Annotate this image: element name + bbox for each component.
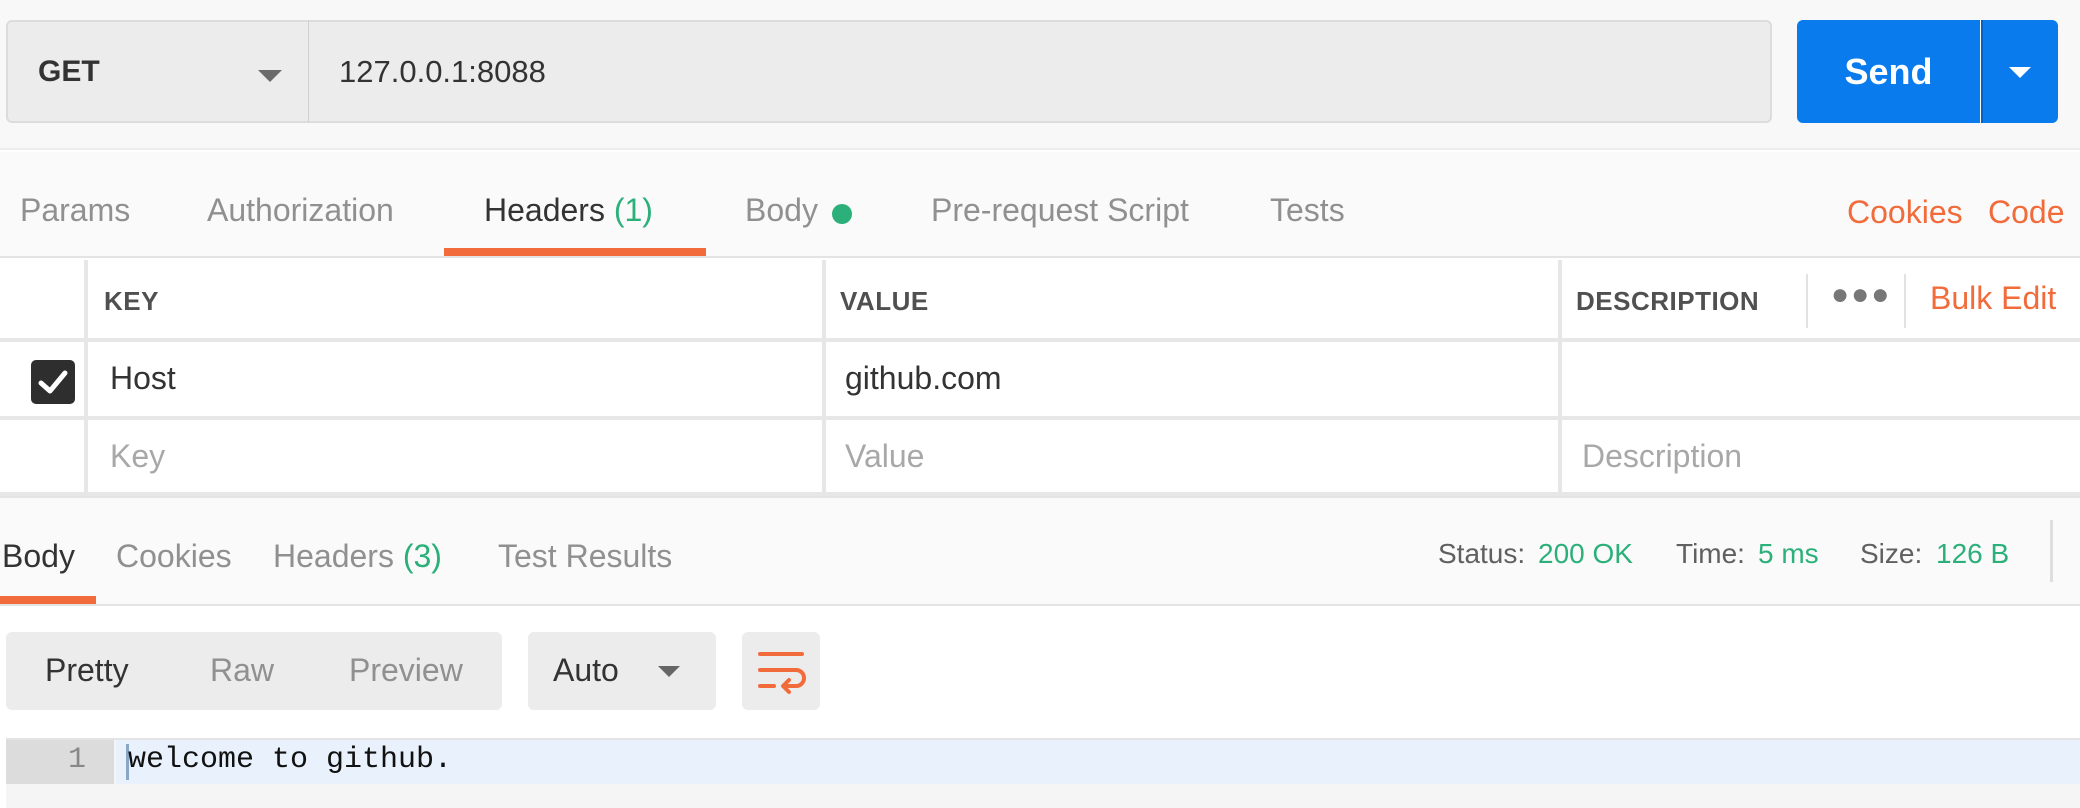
checkmark-icon xyxy=(38,370,68,394)
code-line: welcome to github. xyxy=(128,743,453,777)
status-value: 200 OK xyxy=(1538,538,1633,569)
headers-table: KEY VALUE DESCRIPTION ●●● Bulk Edit Host… xyxy=(0,260,2080,496)
tab-headers-count: (1) xyxy=(613,192,653,228)
format-preview[interactable]: Preview xyxy=(349,652,463,689)
tab-prerequest-script[interactable]: Pre-request Script xyxy=(931,192,1189,229)
tab-authorization[interactable]: Authorization xyxy=(207,192,394,229)
time-label: Time: xyxy=(1676,538,1745,569)
response-tab-headers-count: (3) xyxy=(402,538,442,574)
tab-tests[interactable]: Tests xyxy=(1270,192,1345,229)
request-bar: GET 127.0.0.1:8088 Send xyxy=(0,0,2080,150)
response-tab-cookies[interactable]: Cookies xyxy=(116,538,232,575)
chevron-down-icon xyxy=(658,666,680,677)
tab-headers[interactable]: Headers (1) xyxy=(484,192,653,229)
body-indicator-dot xyxy=(832,204,852,224)
row-divider xyxy=(0,416,2080,420)
tab-body[interactable]: Body xyxy=(745,192,818,229)
line-number: 1 xyxy=(67,743,86,777)
response-tab-headers[interactable]: Headers (3) xyxy=(273,538,442,575)
send-button[interactable]: Send xyxy=(1797,20,1980,123)
code-link[interactable]: Code xyxy=(1988,194,2065,231)
description-placeholder[interactable]: Description xyxy=(1582,438,1742,475)
value-placeholder[interactable]: Value xyxy=(845,438,924,475)
response-tabs: Body Cookies Headers (3) Test Results St… xyxy=(0,496,2080,606)
size-label: Size: xyxy=(1860,538,1923,569)
active-tab-indicator xyxy=(444,248,706,256)
tab-params[interactable]: Params xyxy=(20,192,130,229)
wrap-lines-icon xyxy=(758,652,806,694)
column-divider xyxy=(1558,260,1562,496)
send-options-button[interactable] xyxy=(1981,20,2058,123)
key-placeholder[interactable]: Key xyxy=(110,438,165,475)
format-toggle-group: Pretty Raw Preview xyxy=(6,632,502,710)
column-header-description: DESCRIPTION xyxy=(1576,286,1760,316)
url-text: 127.0.0.1:8088 xyxy=(339,54,546,89)
size-value: 126 B xyxy=(1936,538,2010,569)
chevron-down-icon xyxy=(2009,67,2031,78)
column-header-key: KEY xyxy=(104,286,159,316)
response-body-editor[interactable]: 1 welcome to github. xyxy=(6,738,2080,808)
url-input[interactable]: 127.0.0.1:8088 xyxy=(308,20,1772,123)
divider xyxy=(1806,274,1808,328)
format-raw[interactable]: Raw xyxy=(210,652,274,689)
column-header-value: VALUE xyxy=(840,286,929,316)
method-select[interactable]: GET xyxy=(6,20,310,123)
format-pretty[interactable]: Pretty xyxy=(45,652,129,689)
cookies-link[interactable]: Cookies xyxy=(1847,194,1963,231)
header-value-cell[interactable]: github.com xyxy=(845,360,1002,397)
language-label: Auto xyxy=(553,652,619,688)
wrap-lines-button[interactable] xyxy=(742,632,820,710)
response-tab-headers-label: Headers xyxy=(273,538,394,574)
active-response-tab-indicator xyxy=(0,596,96,604)
bulk-edit-link[interactable]: Bulk Edit xyxy=(1930,280,2056,317)
language-select[interactable]: Auto xyxy=(528,632,716,710)
response-tab-body[interactable]: Body xyxy=(2,538,75,575)
column-divider xyxy=(84,260,88,496)
divider xyxy=(2050,520,2053,582)
status-label: Status: xyxy=(1438,538,1526,569)
header-enabled-checkbox[interactable] xyxy=(31,360,75,404)
request-tabs: Params Authorization Headers (1) Body Pr… xyxy=(0,152,2080,258)
response-tab-test-results[interactable]: Test Results xyxy=(498,538,672,575)
method-label: GET xyxy=(38,55,100,88)
chevron-down-icon xyxy=(258,70,282,82)
column-divider xyxy=(822,260,826,496)
header-key-cell[interactable]: Host xyxy=(110,360,176,397)
time-value: 5 ms xyxy=(1758,538,1819,569)
line-number-gutter: 1 xyxy=(6,740,114,784)
tab-headers-label: Headers xyxy=(484,192,605,228)
more-dots-icon[interactable]: ●●● xyxy=(1831,278,1891,312)
divider xyxy=(1904,274,1906,328)
header-description-cell[interactable] xyxy=(1566,342,2080,414)
